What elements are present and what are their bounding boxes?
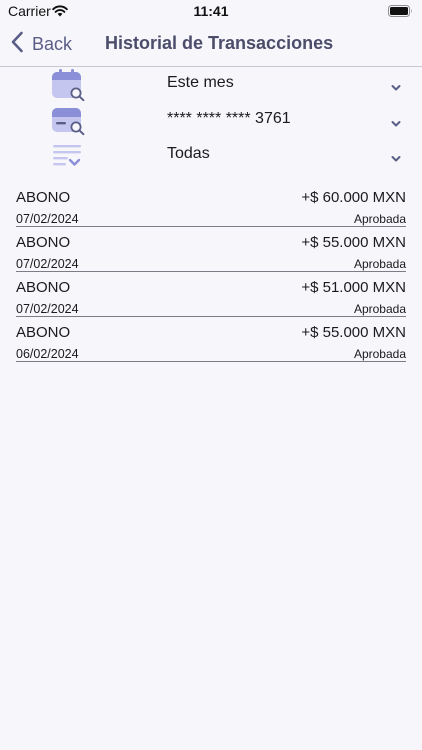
chevron-down-icon [391,115,401,127]
transaction-type: ABONO [16,324,71,341]
type-filter[interactable]: Todas [0,138,422,172]
transaction-date: 07/02/2024 [16,212,79,226]
period-filter[interactable]: Este mes [0,67,422,102]
battery-icon [388,4,413,20]
transaction-date: 07/02/2024 [16,257,79,271]
page-title: Historial de Transacciones [105,33,334,53]
transaction-amount: +$ 60.000 MXN [301,189,406,206]
transaction-amount: +$ 51.000 MXN [301,279,406,296]
transaction-amount: +$ 55.000 MXN [301,324,406,341]
transaction-type: ABONO [16,189,71,206]
transaction-date: 06/02/2024 [16,347,79,361]
transaction-row[interactable]: ABONO +$ 51.000 MXN 07/02/2024 Aprobada [16,279,406,317]
transaction-status: Aprobada [353,212,406,226]
chevron-down-icon [391,150,401,162]
transaction-status: Aprobada [353,347,406,361]
navigation-bar: Back Historial de Transacciones [0,22,422,67]
transaction-status: Aprobada [353,257,406,271]
type-value: Todas [167,145,210,162]
status-bar: Carrier 11:41 [0,0,422,22]
transaction-row[interactable]: ABONO +$ 60.000 MXN 07/02/2024 Aprobada [16,189,406,227]
transaction-row[interactable]: ABONO +$ 55.000 MXN 07/02/2024 Aprobada [16,234,406,272]
transaction-amount: +$ 55.000 MXN [301,234,406,251]
clock-time: 11:41 [193,3,229,19]
transaction-row[interactable]: ABONO +$ 55.000 MXN 06/02/2024 Aprobada [16,324,406,362]
list-filter-icon [51,140,85,172]
chevron-down-icon [391,79,401,91]
back-label: Back [32,33,73,54]
transaction-status: Aprobada [353,302,406,316]
card-filter[interactable]: **** **** **** 3761 [0,103,422,137]
transaction-type: ABONO [16,279,71,296]
card-search-icon [51,105,85,137]
card-value: **** **** **** 3761 [167,110,291,127]
transaction-type: ABONO [16,234,71,251]
chevron-left-icon [10,31,32,58]
transaction-date: 07/02/2024 [16,302,79,316]
period-value: Este mes [167,74,234,91]
screen: Carrier 11:41 Back Historial de Transacc… [0,0,422,750]
back-button[interactable]: Back [10,30,72,58]
calendar-search-icon [51,69,85,102]
